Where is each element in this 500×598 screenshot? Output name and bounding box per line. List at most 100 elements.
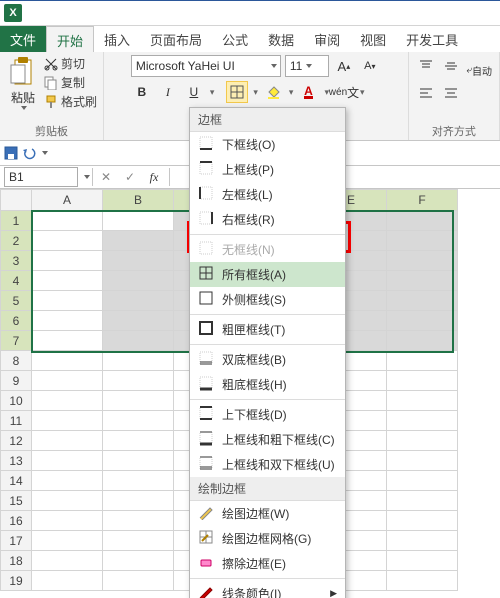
cell-A16[interactable] bbox=[32, 511, 103, 531]
menu-item-drawgrid[interactable]: 绘图边框网格(G) bbox=[190, 526, 345, 551]
phonetic-button[interactable]: wén文 bbox=[333, 81, 355, 103]
row-header-14[interactable]: 14 bbox=[1, 471, 32, 491]
tab-review[interactable]: 审阅 bbox=[304, 26, 350, 52]
tab-home[interactable]: 开始 bbox=[46, 26, 94, 52]
cell-A8[interactable] bbox=[32, 351, 103, 371]
menu-item-bottom[interactable]: 下框线(O) bbox=[190, 132, 345, 157]
font-size-select[interactable]: 11 bbox=[285, 55, 329, 77]
cell-B16[interactable] bbox=[103, 511, 174, 531]
italic-button[interactable]: I bbox=[157, 81, 179, 103]
menu-item-thickbottom[interactable]: 粗底框线(H) bbox=[190, 372, 345, 397]
row-header-13[interactable]: 13 bbox=[1, 451, 32, 471]
menu-item-dblbottom[interactable]: 双底框线(B) bbox=[190, 347, 345, 372]
decrease-font-button[interactable]: A▾ bbox=[359, 55, 381, 77]
cell-B10[interactable] bbox=[103, 391, 174, 411]
cell-F11[interactable] bbox=[387, 411, 458, 431]
cell-F1[interactable] bbox=[387, 211, 458, 231]
cell-A2[interactable] bbox=[32, 231, 103, 251]
increase-font-button[interactable]: A▴ bbox=[333, 55, 355, 77]
chevron-down-icon[interactable]: ▾ bbox=[289, 87, 294, 98]
row-header-11[interactable]: 11 bbox=[1, 411, 32, 431]
menu-item-topbottom[interactable]: 上下框线(D) bbox=[190, 402, 345, 427]
cell-B6[interactable] bbox=[103, 311, 174, 331]
tab-formula[interactable]: 公式 bbox=[212, 26, 258, 52]
cell-B12[interactable] bbox=[103, 431, 174, 451]
save-icon[interactable] bbox=[4, 146, 18, 160]
col-header-F[interactable]: F bbox=[387, 190, 458, 211]
cell-A15[interactable] bbox=[32, 491, 103, 511]
cell-F16[interactable] bbox=[387, 511, 458, 531]
cell-B8[interactable] bbox=[103, 351, 174, 371]
chevron-down-icon[interactable] bbox=[84, 175, 90, 179]
cell-B2[interactable] bbox=[103, 231, 174, 251]
align-middle-button[interactable] bbox=[440, 55, 462, 77]
select-all-corner[interactable] bbox=[1, 190, 32, 211]
menu-item-color[interactable]: 线条颜色(I)▶ bbox=[190, 581, 345, 598]
cell-B4[interactable] bbox=[103, 271, 174, 291]
paste-button[interactable]: 粘贴 bbox=[6, 55, 40, 112]
cell-F6[interactable] bbox=[387, 311, 458, 331]
cell-B13[interactable] bbox=[103, 451, 174, 471]
chevron-down-icon[interactable] bbox=[42, 151, 48, 155]
tab-data[interactable]: 数据 bbox=[258, 26, 304, 52]
tab-layout[interactable]: 页面布局 bbox=[140, 26, 212, 52]
row-header-10[interactable]: 10 bbox=[1, 391, 32, 411]
row-header-5[interactable]: 5 bbox=[1, 291, 32, 311]
cell-F8[interactable] bbox=[387, 351, 458, 371]
cell-A11[interactable] bbox=[32, 411, 103, 431]
enter-icon[interactable]: ✓ bbox=[119, 166, 141, 188]
cell-B14[interactable] bbox=[103, 471, 174, 491]
cell-B7[interactable] bbox=[103, 331, 174, 351]
menu-item-thick[interactable]: 粗匣框线(T) bbox=[190, 317, 345, 342]
name-box[interactable]: B1 bbox=[4, 167, 78, 187]
cell-A7[interactable] bbox=[32, 331, 103, 351]
chevron-down-icon[interactable]: ▾ bbox=[360, 87, 365, 98]
cell-F2[interactable] bbox=[387, 231, 458, 251]
cell-F5[interactable] bbox=[387, 291, 458, 311]
menu-item-right[interactable]: 右框线(R) bbox=[190, 207, 345, 232]
align-center-button[interactable] bbox=[440, 82, 462, 104]
cell-F12[interactable] bbox=[387, 431, 458, 451]
row-header-9[interactable]: 9 bbox=[1, 371, 32, 391]
row-header-6[interactable]: 6 bbox=[1, 311, 32, 331]
menu-item-none[interactable]: 无框线(N) bbox=[190, 237, 345, 262]
cancel-icon[interactable]: ✕ bbox=[95, 166, 117, 188]
align-top-button[interactable] bbox=[415, 55, 437, 77]
col-header-B[interactable]: B bbox=[103, 190, 174, 211]
cell-B19[interactable] bbox=[103, 571, 174, 591]
wrap-text-button[interactable]: ⤶ 自动 bbox=[465, 60, 493, 82]
menu-item-outside[interactable]: 外侧框线(S) bbox=[190, 287, 345, 312]
cell-A19[interactable] bbox=[32, 571, 103, 591]
cell-B17[interactable] bbox=[103, 531, 174, 551]
tab-insert[interactable]: 插入 bbox=[94, 26, 140, 52]
menu-item-all[interactable]: 所有框线(A) bbox=[190, 262, 345, 287]
cell-A9[interactable] bbox=[32, 371, 103, 391]
align-left-button[interactable] bbox=[415, 82, 437, 104]
row-header-7[interactable]: 7 bbox=[1, 331, 32, 351]
row-header-19[interactable]: 19 bbox=[1, 571, 32, 591]
menu-item-topthickbottom[interactable]: 上框线和粗下框线(C) bbox=[190, 427, 345, 452]
row-header-17[interactable]: 17 bbox=[1, 531, 32, 551]
cell-A14[interactable] bbox=[32, 471, 103, 491]
cut-button[interactable]: 剪切 bbox=[44, 55, 97, 72]
bold-button[interactable]: B bbox=[131, 81, 153, 103]
fill-color-button[interactable] bbox=[262, 81, 284, 103]
chevron-down-icon[interactable]: ▾ bbox=[253, 87, 258, 98]
cell-A10[interactable] bbox=[32, 391, 103, 411]
font-name-select[interactable]: Microsoft YaHei UI bbox=[131, 55, 281, 77]
cell-A18[interactable] bbox=[32, 551, 103, 571]
row-header-12[interactable]: 12 bbox=[1, 431, 32, 451]
tab-view[interactable]: 视图 bbox=[350, 26, 396, 52]
cell-B3[interactable] bbox=[103, 251, 174, 271]
row-header-2[interactable]: 2 bbox=[1, 231, 32, 251]
cell-F7[interactable] bbox=[387, 331, 458, 351]
row-header-4[interactable]: 4 bbox=[1, 271, 32, 291]
cell-A17[interactable] bbox=[32, 531, 103, 551]
cell-F14[interactable] bbox=[387, 471, 458, 491]
cell-A5[interactable] bbox=[32, 291, 103, 311]
col-header-A[interactable]: A bbox=[32, 190, 103, 211]
menu-item-draw[interactable]: 绘图边框(W) bbox=[190, 501, 345, 526]
undo-icon[interactable] bbox=[22, 146, 36, 160]
menu-item-left[interactable]: 左框线(L) bbox=[190, 182, 345, 207]
cell-B1[interactable] bbox=[103, 211, 174, 231]
